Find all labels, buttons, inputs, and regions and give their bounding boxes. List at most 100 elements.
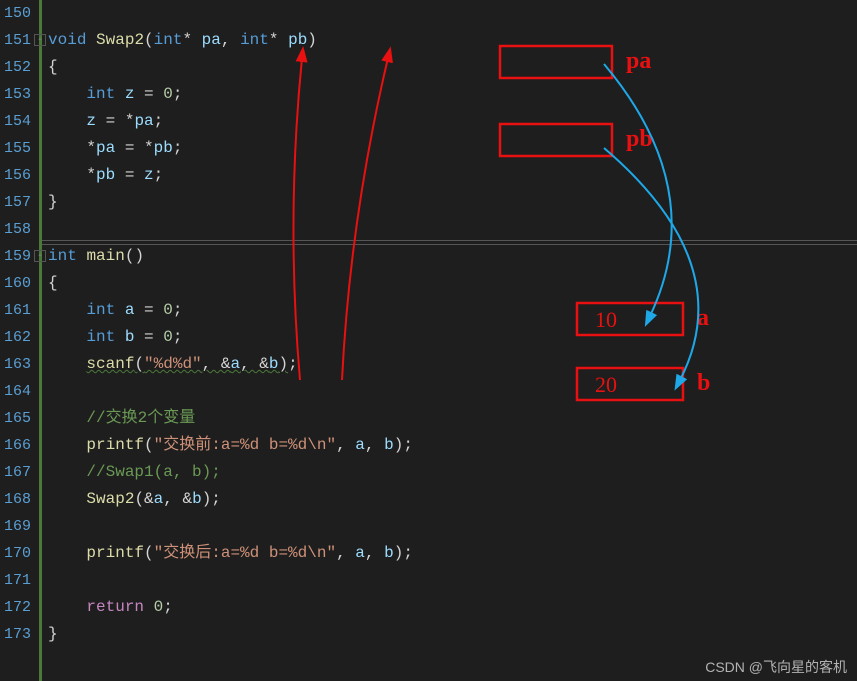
code-token: ; xyxy=(173,85,183,103)
code-area[interactable]: -void Swap2(int* pa, int* pb) { int z = 0… xyxy=(39,0,857,681)
code-token xyxy=(144,598,154,616)
code-token: , xyxy=(365,544,384,562)
code-line[interactable]: *pa = *pb; xyxy=(48,135,857,162)
code-line[interactable] xyxy=(48,513,857,540)
code-token: * xyxy=(48,139,96,157)
code-token: ; xyxy=(211,490,221,508)
code-line[interactable] xyxy=(48,567,857,594)
code-token: int xyxy=(240,31,269,49)
code-token: ( xyxy=(144,31,154,49)
code-token: { xyxy=(48,58,58,76)
code-line[interactable]: } xyxy=(48,621,857,648)
line-number: 164 xyxy=(4,378,31,405)
code-token: a xyxy=(154,490,164,508)
code-line[interactable] xyxy=(48,216,857,243)
code-token: ; xyxy=(163,598,173,616)
code-token: ; xyxy=(403,544,413,562)
code-line[interactable]: //Swap1(a, b); xyxy=(48,459,857,486)
code-token: ; xyxy=(288,355,298,373)
line-number: 151 xyxy=(4,27,31,54)
code-token: Swap2 xyxy=(86,490,134,508)
line-number: 152 xyxy=(4,54,31,81)
code-line[interactable]: { xyxy=(48,270,857,297)
code-token: printf xyxy=(86,436,144,454)
code-token xyxy=(115,328,125,346)
code-line[interactable]: { xyxy=(48,54,857,81)
collapse-toggle[interactable]: - xyxy=(34,34,46,46)
code-line[interactable]: z = *pa; xyxy=(48,108,857,135)
code-line[interactable]: *pb = z; xyxy=(48,162,857,189)
code-token: } xyxy=(48,625,58,643)
code-token: z xyxy=(144,166,154,184)
code-token: , xyxy=(336,544,355,562)
code-token: ; xyxy=(173,139,183,157)
code-line[interactable]: int z = 0; xyxy=(48,81,857,108)
code-token: a xyxy=(355,544,365,562)
code-token: int xyxy=(86,301,115,319)
code-token xyxy=(48,355,86,373)
code-token: "交换前:a=%d b=%d\n" xyxy=(154,436,336,454)
code-token: b xyxy=(384,544,394,562)
code-token: a xyxy=(230,355,240,373)
code-line[interactable]: } xyxy=(48,189,857,216)
code-token: 0 xyxy=(154,598,164,616)
code-line[interactable]: -int main() xyxy=(48,243,857,270)
line-number: 161 xyxy=(4,297,31,324)
code-token: = xyxy=(115,166,144,184)
line-number: 167 xyxy=(4,459,31,486)
line-number: 159 xyxy=(4,243,31,270)
code-token: ) xyxy=(279,355,289,373)
code-token xyxy=(48,301,86,319)
code-token: 0 xyxy=(163,301,173,319)
line-number: 150 xyxy=(4,0,31,27)
line-number: 158 xyxy=(4,216,31,243)
code-token: { xyxy=(48,274,58,292)
code-line[interactable]: printf("交换后:a=%d b=%d\n", a, b); xyxy=(48,540,857,567)
line-number: 162 xyxy=(4,324,31,351)
line-number: 156 xyxy=(4,162,31,189)
code-token: } xyxy=(48,193,58,211)
code-token: int xyxy=(48,247,77,265)
watermark: CSDN @飞向星的客机 xyxy=(705,657,847,677)
code-token: "%d%d" xyxy=(144,355,202,373)
code-token: void xyxy=(48,31,86,49)
code-line[interactable]: -void Swap2(int* pa, int* pb) xyxy=(48,27,857,54)
code-token: , xyxy=(365,436,384,454)
code-token xyxy=(86,31,96,49)
code-editor: 1501511521531541551561571581591601611621… xyxy=(0,0,857,681)
code-token: main xyxy=(86,247,124,265)
code-line[interactable]: //交换2个变量 xyxy=(48,405,857,432)
code-token: 0 xyxy=(163,328,173,346)
code-token: ; xyxy=(154,166,164,184)
code-token: a xyxy=(355,436,365,454)
line-number: 157 xyxy=(4,189,31,216)
code-token xyxy=(48,598,86,616)
code-line[interactable]: return 0; xyxy=(48,594,857,621)
code-token: scanf xyxy=(86,355,134,373)
code-token: ) xyxy=(307,31,317,49)
code-token xyxy=(48,85,86,103)
code-token: ; xyxy=(173,328,183,346)
code-token: ) xyxy=(202,490,212,508)
code-token: pa xyxy=(134,112,153,130)
collapse-toggle[interactable]: - xyxy=(34,250,46,262)
code-token: b xyxy=(384,436,394,454)
code-line[interactable]: printf("交换前:a=%d b=%d\n", a, b); xyxy=(48,432,857,459)
code-token xyxy=(115,85,125,103)
code-token: pa xyxy=(96,139,115,157)
code-token: int xyxy=(154,31,183,49)
code-line[interactable] xyxy=(48,378,857,405)
code-token xyxy=(48,409,86,427)
code-line[interactable]: Swap2(&a, &b); xyxy=(48,486,857,513)
line-number: 166 xyxy=(4,432,31,459)
code-token: * xyxy=(269,31,288,49)
code-token: Swap2 xyxy=(96,31,144,49)
code-line[interactable]: int b = 0; xyxy=(48,324,857,351)
code-token: b xyxy=(269,355,279,373)
code-token: = xyxy=(134,328,163,346)
code-line[interactable]: int a = 0; xyxy=(48,297,857,324)
code-line[interactable] xyxy=(48,0,857,27)
code-line[interactable]: scanf("%d%d", &a, &b); xyxy=(48,351,857,378)
code-token xyxy=(48,328,86,346)
code-token xyxy=(48,490,86,508)
